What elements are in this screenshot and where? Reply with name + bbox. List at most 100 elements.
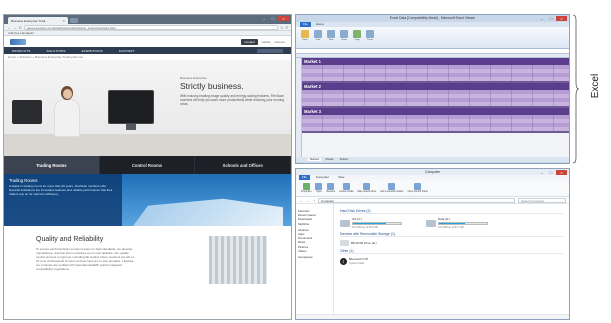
removable-header[interactable]: Devices with Removable Storage (1) (340, 232, 563, 237)
tab-file[interactable]: File (300, 22, 311, 27)
solution-tabs: Trading Rooms Control Rooms Schools and … (4, 156, 291, 174)
building-image (133, 198, 283, 226)
window-controls: – □ × (538, 170, 567, 175)
star-icon[interactable]: ☆ (280, 25, 284, 30)
close-icon[interactable]: × (556, 16, 567, 21)
forward-icon[interactable]: → (306, 198, 310, 203)
browser-tabbar: Business Enterprise Tradi... × – □ × (4, 15, 291, 24)
excel-window: Excel Data [Compatibility Mode] - Micros… (295, 14, 570, 164)
market-rows[interactable] (302, 65, 569, 81)
print-button[interactable]: Print (313, 29, 323, 46)
back-icon[interactable]: ← (7, 25, 11, 30)
top-link[interactable]: Contact (241, 38, 258, 45)
tab-file[interactable]: File (299, 175, 310, 180)
open-button[interactable]: Open (300, 29, 310, 46)
find-button[interactable]: Find (326, 29, 336, 46)
nav-item-products[interactable]: PRODUCTS (12, 49, 30, 53)
up-icon[interactable]: ↑ (313, 198, 315, 203)
tab-schools-offices[interactable]: Schools and Offices (195, 156, 291, 174)
back-icon[interactable]: ← (299, 198, 303, 203)
reload-icon[interactable]: C (19, 25, 22, 30)
url-input[interactable]: www.example.com/global/solutions/busines… (23, 24, 279, 30)
excel-status-bar (296, 162, 569, 163)
hero-person-image (54, 86, 80, 138)
maximize-icon[interactable]: □ (269, 16, 277, 21)
excel-annotation-label: Excel (590, 73, 601, 99)
tab-computer[interactable]: Computer (313, 175, 332, 180)
tab-trading-rooms[interactable]: Trading Rooms (4, 156, 100, 174)
quality-text: To ensure each FlexScan monitor meets ou… (36, 247, 135, 271)
menu-icon[interactable]: ≡ (286, 25, 288, 30)
top-link[interactable]: Global (262, 40, 271, 44)
nav-item-skydrive[interactable]: SkyDrive (298, 222, 331, 226)
minimize-icon[interactable]: – (538, 170, 546, 175)
close-icon[interactable]: × (556, 170, 567, 175)
maximize-icon[interactable]: □ (547, 16, 555, 21)
site-logo[interactable] (10, 38, 26, 45)
site-nav: PRODUCTS SOLUTIONS EXHIBITIONS SUPPORT (4, 47, 291, 54)
clipboard-icon (366, 29, 374, 38)
sheet-tab[interactable]: Sheet3 (338, 158, 350, 161)
add-network-location-button[interactable]: Add a network location (380, 183, 403, 193)
nav-item-videos[interactable]: Videos (298, 249, 331, 253)
explorer-address-row: ← → ↑ Computer Search Computer (296, 197, 569, 204)
access-media-button[interactable]: Access media (339, 183, 353, 193)
open-icon (315, 183, 323, 190)
zoom-button[interactable]: Zoom (339, 29, 349, 46)
nav-group-homegroup[interactable]: Homegroup (298, 255, 331, 259)
new-tab-button[interactable] (70, 18, 78, 23)
nav-item-exhibitions[interactable]: EXHIBITIONS (82, 49, 103, 53)
maximize-icon[interactable]: □ (547, 170, 555, 175)
hero-copy: Business Enterprise Strictly business. W… (180, 76, 284, 106)
site-search-input[interactable] (257, 48, 283, 53)
copy-icon (353, 29, 361, 38)
hero-kicker: Business Enterprise (180, 76, 207, 80)
market-rows[interactable] (302, 90, 569, 106)
drive-item[interactable]: Data (D:) 44.3 GB free of 97.1 GB (426, 217, 488, 229)
paste-button[interactable]: Paste (365, 29, 375, 46)
browser-tab[interactable]: Business Enterprise Tradi... × (8, 17, 68, 24)
bluetooth-item[interactable]: ᛒ Bluetooth FTP System Folder (340, 257, 563, 265)
close-icon[interactable]: × (63, 18, 65, 23)
minimize-icon[interactable]: – (538, 16, 546, 21)
drive-name: Data (D:) (438, 217, 451, 221)
open-control-panel-button[interactable]: Open Control Panel (407, 183, 428, 193)
sheet-tab[interactable]: Market1 (308, 158, 322, 161)
drive-usage-fill (439, 223, 465, 224)
open-button[interactable]: Open (315, 183, 323, 193)
dvd-drive-name: BD-ROM Drive (E:) (351, 241, 377, 245)
close-icon[interactable]: × (278, 16, 289, 21)
browser-tab-title: Business Enterprise Tradi... (11, 18, 48, 23)
tab-control-rooms[interactable]: Control Rooms (100, 156, 196, 174)
top-link[interactable]: Careers (274, 40, 285, 44)
drive-item[interactable]: OS (C:) 32.4 GB free of 99.8 GB (340, 217, 402, 229)
nav-item-support[interactable]: SUPPORT (119, 49, 135, 53)
bluetooth-sub: System Folder (349, 262, 365, 265)
hero-monitor-stand (126, 124, 136, 130)
map-network-drive-button[interactable]: Map network drive (357, 183, 376, 193)
magnifier-icon (340, 29, 348, 38)
rename-button[interactable]: Rename (326, 183, 335, 193)
dvd-drive-item[interactable]: BD-ROM Drive (E:) (340, 240, 563, 246)
drive-name: OS (C:) (352, 217, 363, 221)
market-title: Market 1 (302, 58, 569, 65)
hard-drive-icon (426, 219, 436, 227)
other-header[interactable]: Other (1) (340, 249, 563, 254)
browser-window: Business Enterprise Tradi... × – □ × ← →… (3, 14, 292, 320)
tab-view[interactable]: View (335, 175, 347, 180)
copy-button[interactable]: Copy (352, 29, 362, 46)
market-rows[interactable] (302, 115, 569, 131)
hard-disk-header[interactable]: Hard Disk Drives (2) (340, 209, 563, 214)
spreadsheet-grid[interactable]: Market 1 Market 2 Market 3 (296, 58, 569, 157)
disc-drive-icon (340, 240, 349, 246)
minimize-icon[interactable]: – (260, 16, 268, 21)
explorer-search-input[interactable]: Search Computer (518, 197, 566, 203)
explorer-path-input[interactable]: Computer (318, 197, 515, 203)
nav-item-solutions[interactable]: SOLUTIONS (46, 49, 65, 53)
tab-home[interactable]: Home (313, 22, 327, 27)
banner-overlay: Trading Rooms A staple in trading rooms … (4, 174, 122, 226)
hard-drive-icon (340, 219, 350, 227)
sheet-tab[interactable]: Sheet2 (323, 158, 335, 161)
properties-button[interactable]: Properties (301, 183, 311, 193)
forward-icon[interactable]: → (13, 25, 17, 30)
